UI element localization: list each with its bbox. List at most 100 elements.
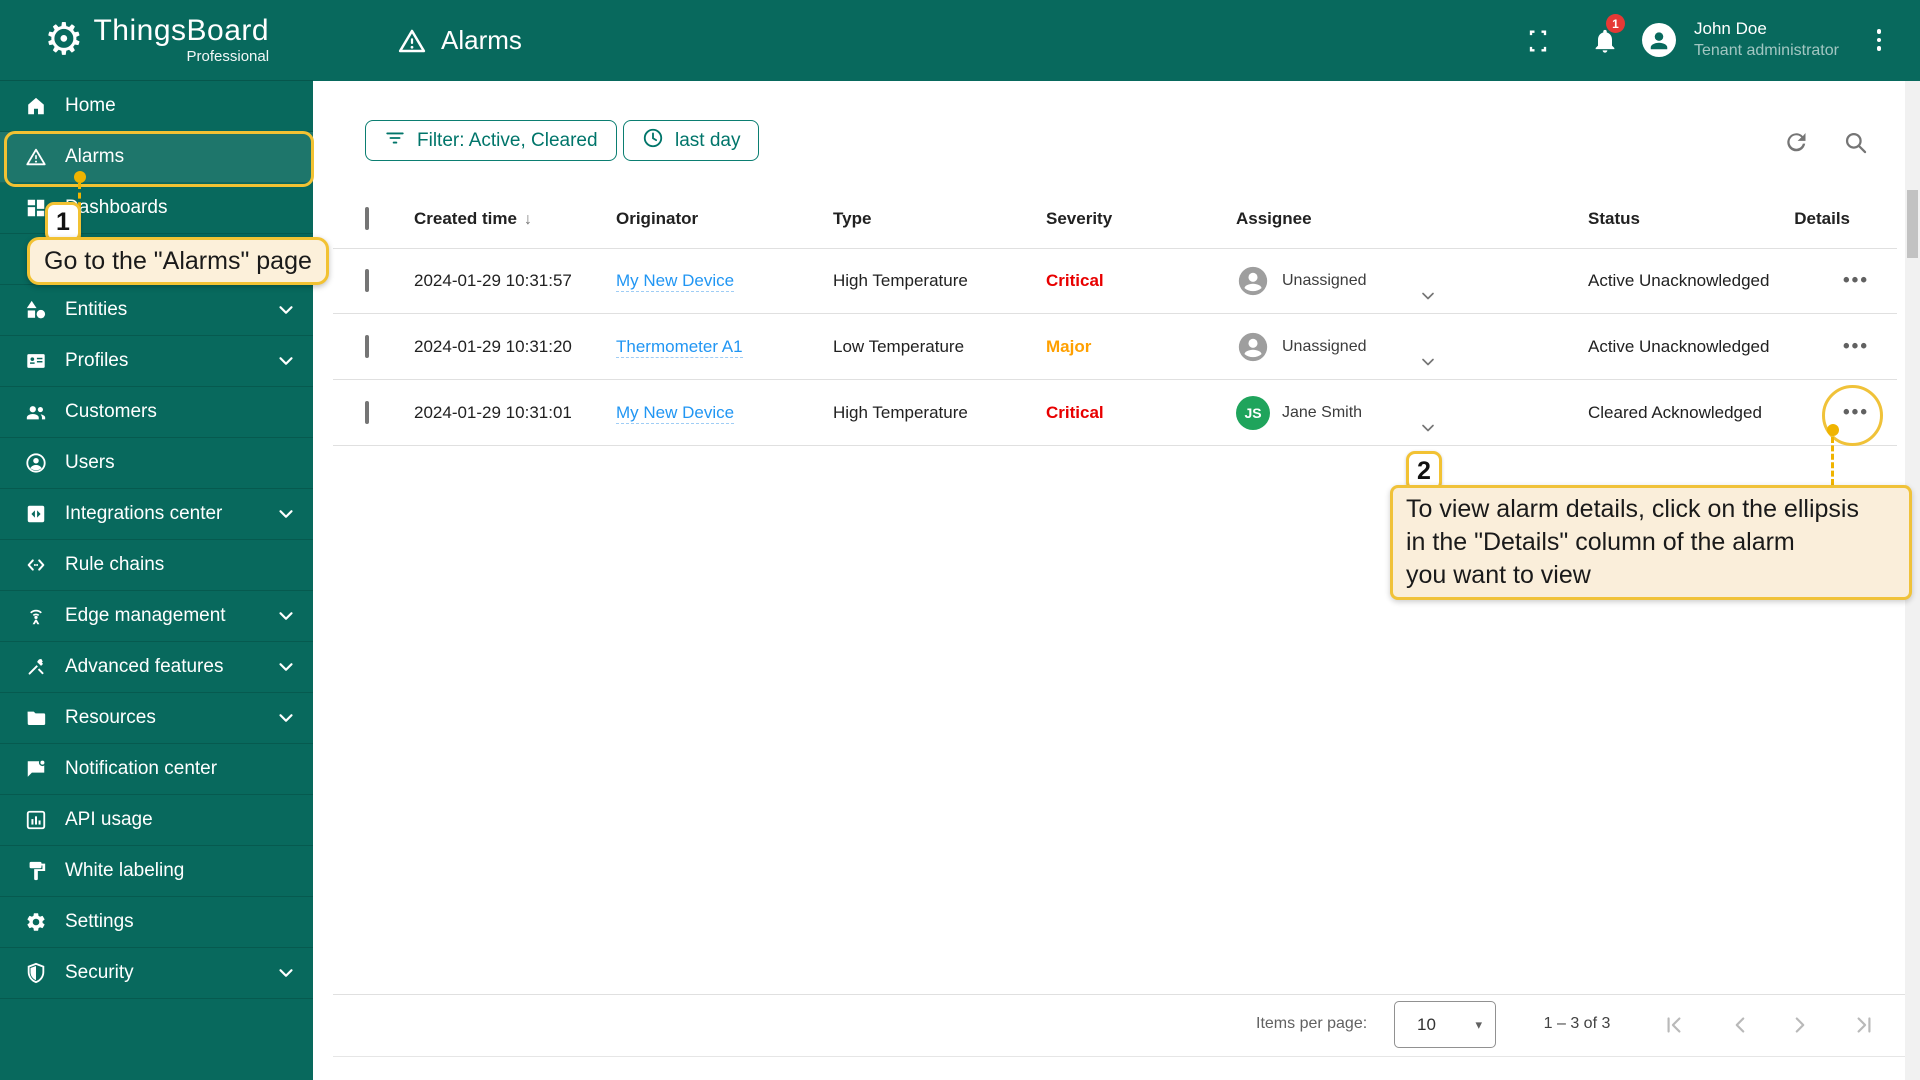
row-checkbox[interactable] <box>365 268 369 292</box>
step2-callout-line: To view alarm details, click on the elli… <box>1406 495 1859 523</box>
column-header-type[interactable]: Type <box>833 209 1046 229</box>
app: ⚙ ThingsBoard Professional Home Alarms D… <box>0 0 1920 1080</box>
topbar: Alarms 1 John Doe Tenant administrator <box>313 0 1920 81</box>
fullscreen-button[interactable] <box>1523 26 1553 56</box>
column-header-originator[interactable]: Originator <box>616 209 833 229</box>
column-header-created-time[interactable]: Created time ↓ <box>414 209 616 229</box>
sidebar-item-profiles[interactable]: Profiles <box>0 336 313 387</box>
row-checkbox[interactable] <box>365 334 369 358</box>
last-page-button[interactable] <box>1850 1011 1878 1039</box>
step1-anchor-dot <box>74 171 86 183</box>
details-ellipsis-button[interactable]: ••• <box>1843 337 1869 356</box>
brand-name: ThingsBoard <box>93 13 270 47</box>
resources-folder-icon <box>24 707 48 729</box>
sidebar-item-integrations-center[interactable]: Integrations center <box>0 489 313 540</box>
chevron-down-icon[interactable] <box>1418 418 1438 443</box>
sidebar-item-label: Rule chains <box>65 554 165 575</box>
thingsboard-logo[interactable]: ⚙ ThingsBoard Professional <box>0 0 313 81</box>
chevron-down-icon <box>275 350 297 378</box>
chevron-down-icon[interactable] <box>1418 352 1438 377</box>
column-header-severity[interactable]: Severity <box>1046 209 1226 229</box>
page-title: Alarms <box>397 0 522 81</box>
sidebar-item-white-labeling[interactable]: White labeling <box>0 846 313 897</box>
assignee-avatar: JS <box>1236 395 1270 430</box>
sidebar-item-label: Security <box>65 962 134 983</box>
next-page-button[interactable] <box>1786 1011 1814 1039</box>
column-header-details: Details <box>1794 209 1850 228</box>
chevron-down-icon <box>275 299 297 327</box>
scrollbar-thumb[interactable] <box>1907 190 1918 258</box>
search-icon[interactable] <box>1840 127 1870 157</box>
edge-management-icon <box>24 605 48 627</box>
page-size-value: 10 <box>1417 1014 1436 1034</box>
time-filter-chip[interactable]: last day <box>623 120 760 161</box>
step1-callout: Go to the "Alarms" page <box>27 237 329 285</box>
sidebar-item-security[interactable]: Security <box>0 948 313 999</box>
table-row[interactable]: 2024-01-29 10:31:20 Thermometer A1 Low T… <box>333 314 1897 380</box>
details-ellipsis-button[interactable]: ••• <box>1843 271 1869 290</box>
sidebar-item-users[interactable]: Users <box>0 438 313 489</box>
sidebar-item-rule-chains[interactable]: Rule chains <box>0 540 313 591</box>
cell-created-time: 2024-01-29 10:31:20 <box>414 336 572 356</box>
step2-callout: To view alarm details, click on the elli… <box>1390 485 1912 600</box>
sidebar-item-label: Advanced features <box>65 656 224 677</box>
sidebar-item-resources[interactable]: Resources <box>0 693 313 744</box>
time-filter-label: last day <box>675 129 741 151</box>
sidebar-item-home[interactable]: Home <box>0 81 313 132</box>
column-header-assignee[interactable]: Assignee <box>1226 209 1588 229</box>
notification-center-icon <box>24 758 48 780</box>
integrations-icon <box>24 503 48 525</box>
unassigned-avatar-icon <box>1236 264 1270 298</box>
sidebar-item-label: Resources <box>65 707 156 728</box>
sidebar-item-label: Settings <box>65 911 134 932</box>
shield-icon <box>24 962 48 984</box>
table-header-row: Created time ↓ Originator Type Severity A… <box>333 190 1897 249</box>
advanced-features-icon <box>24 656 48 678</box>
sidebar-item-label: Notification center <box>65 758 218 779</box>
cell-status: Cleared Acknowledged <box>1588 402 1762 422</box>
select-all-checkbox[interactable] <box>365 207 369 230</box>
cell-type: High Temperature <box>833 270 968 290</box>
cell-severity: Critical <box>1046 270 1104 290</box>
table-row[interactable]: 2024-01-29 10:31:01 My New Device High T… <box>333 380 1897 446</box>
warning-triangle-icon <box>397 26 427 56</box>
table-row[interactable]: 2024-01-29 10:31:57 My New Device High T… <box>333 248 1897 314</box>
first-page-button[interactable] <box>1660 1011 1688 1039</box>
page-size-select[interactable]: 10 ▾ <box>1394 1001 1496 1048</box>
sidebar-item-notification-center[interactable]: Notification center <box>0 744 313 795</box>
user-name: John Doe <box>1694 19 1767 38</box>
chevron-down-icon[interactable] <box>1418 286 1438 311</box>
previous-page-button[interactable] <box>1726 1011 1754 1039</box>
assignee-name: Jane Smith <box>1282 403 1363 421</box>
column-header-status[interactable]: Status <box>1588 209 1790 229</box>
thingsboard-logo-icon: ⚙ <box>44 15 84 64</box>
sidebar-item-entities[interactable]: Entities <box>0 285 313 336</box>
originator-link[interactable]: My New Device <box>616 402 735 424</box>
sidebar-item-api-usage[interactable]: API usage <box>0 795 313 846</box>
sidebar-item-label: Home <box>65 95 116 116</box>
sidebar-item-advanced-features[interactable]: Advanced features <box>0 642 313 693</box>
sidebar-item-label: Users <box>65 452 115 473</box>
originator-link[interactable]: My New Device <box>616 270 735 292</box>
page-range-label: 1 – 3 of 3 <box>1543 1015 1611 1032</box>
step1-highlight-box <box>4 131 314 187</box>
sidebar-item-settings[interactable]: Settings <box>0 897 313 948</box>
profiles-icon <box>24 350 48 372</box>
sidebar-item-customers[interactable]: Customers <box>0 387 313 438</box>
paginator-bottom-divider <box>333 1056 1905 1057</box>
api-usage-icon <box>24 809 48 831</box>
originator-link[interactable]: Thermometer A1 <box>616 336 743 358</box>
chevron-down-icon <box>275 962 297 990</box>
rule-chains-icon <box>24 554 48 576</box>
sidebar-item-edge-management[interactable]: Edge management <box>0 591 313 642</box>
clock-icon <box>642 127 664 155</box>
refresh-icon[interactable] <box>1781 127 1811 157</box>
chevron-down-icon <box>275 707 297 735</box>
step2-dashed-line <box>1831 437 1834 485</box>
row-checkbox[interactable] <box>365 400 369 424</box>
sidebar-item-label: White labeling <box>65 860 185 881</box>
kebab-menu-icon[interactable] <box>1869 25 1889 55</box>
filter-chip[interactable]: Filter: Active, Cleared <box>365 120 617 161</box>
avatar[interactable] <box>1642 23 1676 57</box>
items-per-page-label: Items per page: <box>1256 1015 1368 1032</box>
